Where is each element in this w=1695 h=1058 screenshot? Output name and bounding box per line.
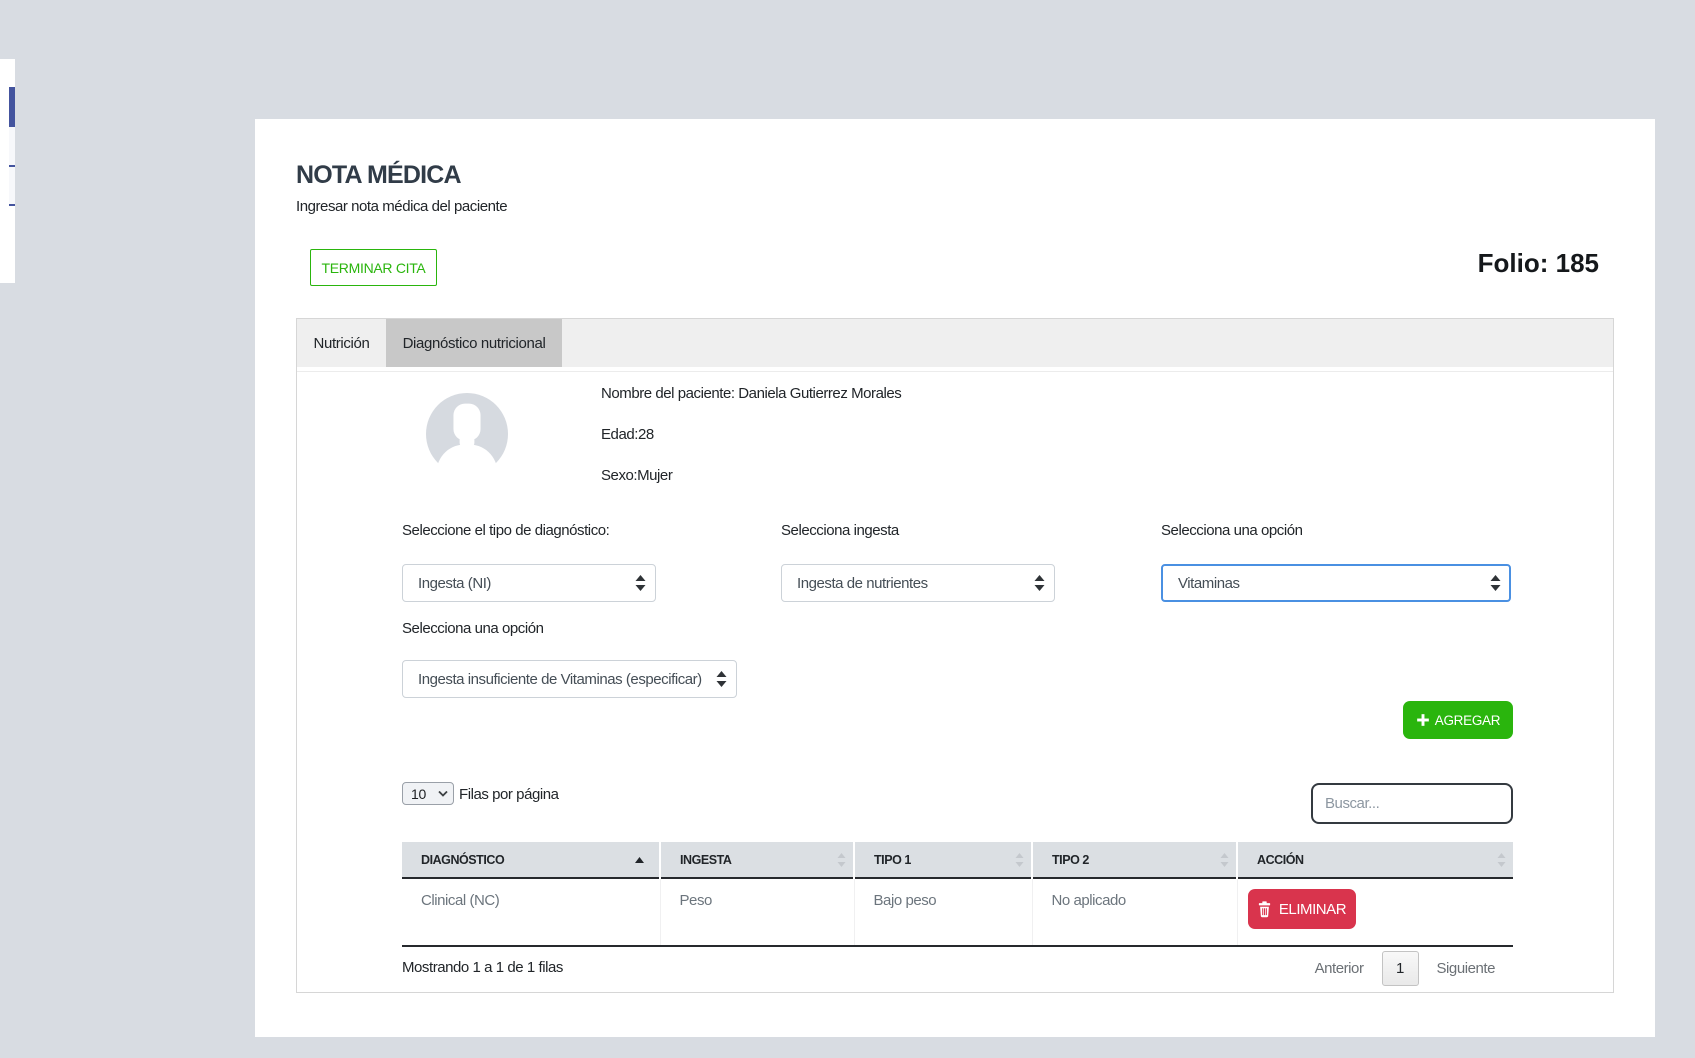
avatar	[426, 393, 508, 475]
option-select-wrap: Vitaminas	[1161, 564, 1511, 602]
sort-asc-icon	[635, 857, 644, 863]
rows-per-page-wrap: 10	[402, 782, 454, 805]
page: NOTA MÉDICA Ingresar nota médica del pac…	[0, 0, 1695, 1058]
nota-medica-card: NOTA MÉDICA Ingresar nota médica del pac…	[255, 119, 1655, 1037]
column-header-ingesta[interactable]: INGESTA	[660, 842, 854, 878]
sort-icon	[1220, 853, 1229, 867]
option2-label: Selecciona una opción	[402, 621, 544, 636]
option2-select-wrap: Ingesta insuficiente de Vitaminas (espec…	[402, 660, 737, 698]
pagination-prev[interactable]: Anterior	[1315, 960, 1364, 977]
intake-select[interactable]: Ingesta de nutrientes	[781, 564, 1055, 602]
cell-tipo1: Bajo peso	[854, 878, 1032, 946]
cell-ingesta: Peso	[660, 878, 854, 946]
panel-tick	[9, 204, 15, 206]
cell-diagnostico: Clinical (NC)	[402, 878, 660, 946]
patient-name: Nombre del paciente: Daniela Gutierrez M…	[601, 386, 901, 401]
option-select[interactable]: Vitaminas	[1161, 564, 1511, 602]
tabs-container: Nutrición Diagnóstico nutricional Nombre…	[296, 318, 1614, 993]
content-divider	[297, 371, 1613, 372]
patient-sex: Sexo:Mujer	[601, 468, 672, 483]
intake-select-wrap: Ingesta de nutrientes	[781, 564, 1055, 602]
diagnostics-table: DIAGNÓSTICO INGESTA TI	[402, 842, 1513, 947]
tab-diagnostico-nutricional[interactable]: Diagnóstico nutricional	[386, 319, 562, 367]
cell-accion: ELIMINAR	[1237, 878, 1513, 946]
terminar-cita-button[interactable]: TERMINAR CITA	[310, 249, 437, 286]
rows-per-page-label: Filas por página	[459, 786, 559, 803]
table-header-row: DIAGNÓSTICO INGESTA TI	[402, 842, 1513, 878]
diagnosis-type-select[interactable]: Ingesta (NI)	[402, 564, 656, 602]
tab-strip: Nutrición Diagnóstico nutricional	[297, 319, 1613, 367]
column-header-tipo2[interactable]: TIPO 2	[1032, 842, 1237, 878]
search-input[interactable]	[1311, 783, 1513, 824]
sort-icon	[837, 853, 846, 867]
patient-age: Edad:28	[601, 427, 654, 442]
panel-accent-bar	[9, 87, 15, 127]
option2-select[interactable]: Ingesta insuficiente de Vitaminas (espec…	[402, 660, 737, 698]
panel-tick	[9, 165, 15, 167]
intake-label: Selecciona ingesta	[781, 523, 899, 538]
cell-tipo2: No aplicado	[1032, 878, 1237, 946]
page-subtitle: Ingresar nota médica del paciente	[296, 199, 507, 214]
pagination-next[interactable]: Siguiente	[1437, 960, 1496, 977]
trash-icon	[1257, 901, 1272, 918]
person-icon	[426, 393, 508, 475]
column-header-accion[interactable]: ACCIÓN	[1237, 842, 1513, 878]
option-label: Selecciona una opción	[1161, 523, 1303, 538]
folio-number: Folio: 185	[1478, 250, 1599, 276]
pagination-page-1[interactable]: 1	[1382, 951, 1419, 986]
eliminar-label: ELIMINAR	[1279, 901, 1346, 918]
agregar-button[interactable]: AGREGAR	[1403, 701, 1513, 739]
rows-per-page-select[interactable]: 10	[402, 782, 454, 805]
sort-icon	[1015, 853, 1024, 867]
sort-icon	[1497, 853, 1506, 867]
column-header-tipo1[interactable]: TIPO 1	[854, 842, 1032, 878]
clipped-side-panel	[0, 59, 15, 283]
eliminar-button[interactable]: ELIMINAR	[1248, 889, 1356, 929]
pagination: Anterior 1 Siguiente	[1315, 951, 1495, 986]
page-title: NOTA MÉDICA	[296, 163, 461, 188]
table-summary: Mostrando 1 a 1 de 1 filas	[402, 959, 563, 976]
table-row: Clinical (NC) Peso Bajo peso No aplicado	[402, 878, 1513, 946]
agregar-label: AGREGAR	[1435, 713, 1500, 728]
plus-icon	[1416, 713, 1430, 727]
tab-nutricion[interactable]: Nutrición	[297, 319, 386, 367]
column-header-diagnostico[interactable]: DIAGNÓSTICO	[402, 842, 660, 878]
diagnosis-type-label: Seleccione el tipo de diagnóstico:	[402, 523, 609, 538]
diagnosis-type-select-wrap: Ingesta (NI)	[402, 564, 656, 602]
